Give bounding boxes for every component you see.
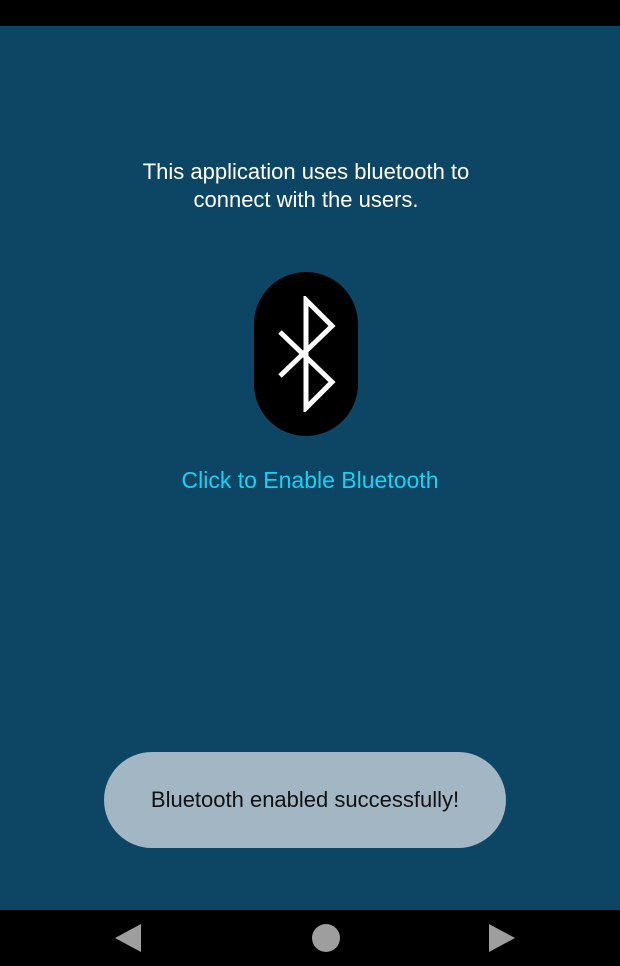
- recents-button[interactable]: [472, 910, 532, 966]
- main-screen: This application uses bluetooth to conne…: [0, 26, 620, 910]
- enable-bluetooth-link[interactable]: Click to Enable Bluetooth: [0, 466, 620, 494]
- triangle-left-icon: [115, 924, 141, 952]
- toast-message: Bluetooth enabled successfully!: [104, 752, 506, 848]
- status-bar: [0, 0, 620, 26]
- triangle-right-icon: [489, 924, 515, 952]
- intro-text: This application uses bluetooth to conne…: [90, 158, 522, 214]
- home-button[interactable]: [296, 910, 356, 966]
- circle-icon: [312, 924, 340, 952]
- intro-line-1: This application uses bluetooth to: [142, 159, 470, 184]
- toast-text: Bluetooth enabled successfully!: [150, 787, 460, 812]
- back-button[interactable]: [98, 910, 158, 966]
- intro-line-2: connect with the users.: [193, 187, 419, 212]
- bluetooth-icon: [278, 296, 336, 412]
- bluetooth-button[interactable]: [254, 272, 358, 436]
- navigation-bar: [0, 910, 620, 966]
